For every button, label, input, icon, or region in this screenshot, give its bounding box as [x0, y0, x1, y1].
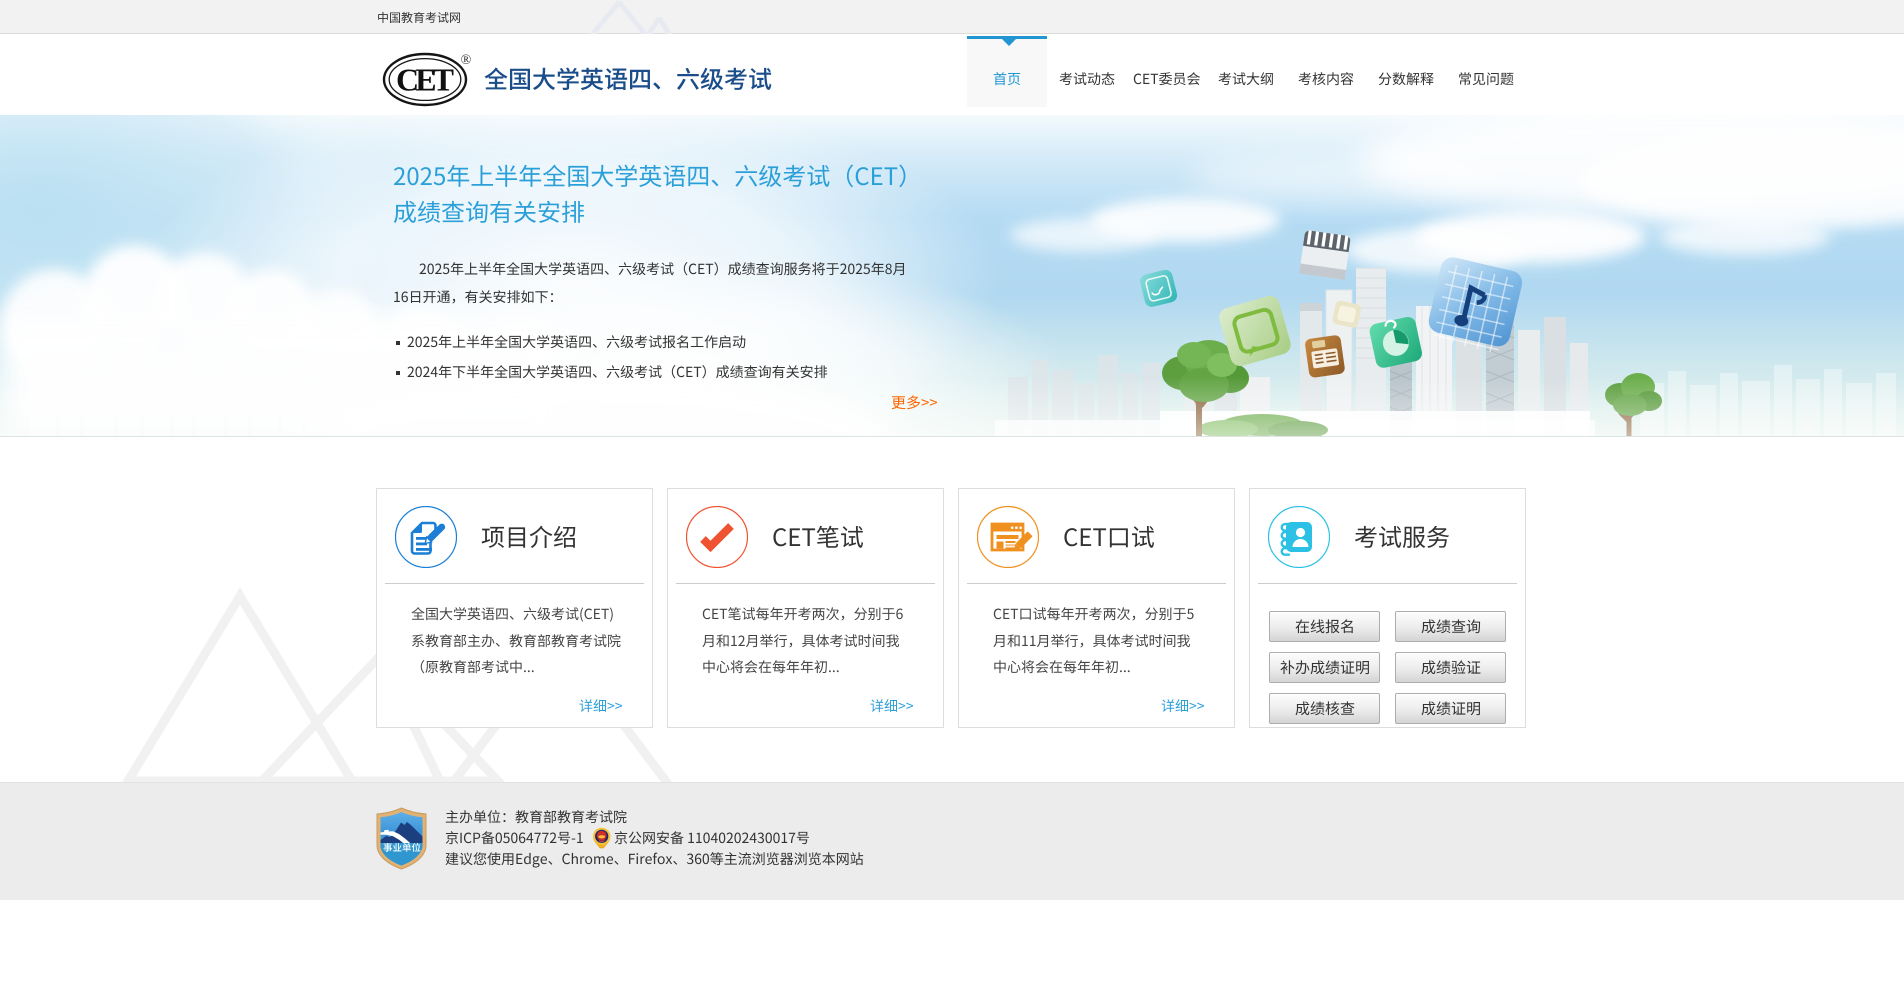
svg-text:CET: CET	[396, 62, 454, 98]
svg-text:®: ®	[461, 53, 472, 68]
